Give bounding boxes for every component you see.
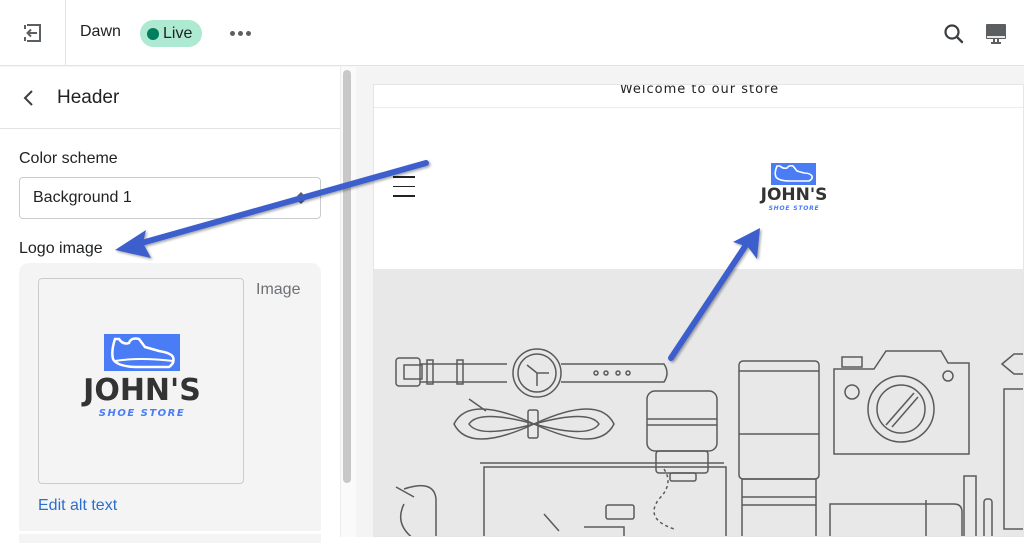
store-preview-frame: Welcome to our store JOHN'S SHOE STORE bbox=[373, 84, 1024, 537]
divider bbox=[19, 531, 321, 534]
image-label: Image bbox=[256, 281, 301, 298]
store-logo-title: JOHN'S bbox=[760, 185, 828, 205]
logo-image-label: Logo image bbox=[19, 240, 103, 257]
settings-sidebar: Header Color scheme Background 1 Logo im… bbox=[0, 67, 340, 543]
logo-subtitle: SHOE STORE bbox=[99, 408, 185, 419]
hamburger-line bbox=[393, 195, 415, 197]
store-logo-subtitle: SHOE STORE bbox=[769, 205, 820, 212]
watch-icon bbox=[395, 348, 668, 398]
status-badge-label: Live bbox=[163, 24, 193, 42]
camera-icon bbox=[833, 350, 970, 455]
panel-title: Header bbox=[57, 86, 120, 108]
menu-button[interactable] bbox=[393, 176, 415, 198]
logo-title: JOHN'S bbox=[81, 373, 201, 408]
search-icon bbox=[944, 24, 964, 44]
more-actions-button[interactable] bbox=[226, 22, 254, 44]
color-scheme-value: Background 1 bbox=[33, 189, 132, 206]
announcement-bar: Welcome to our store bbox=[374, 85, 1023, 108]
passport-icon bbox=[1000, 353, 1023, 530]
live-status-badge: Live bbox=[140, 20, 203, 47]
hamburger-line bbox=[393, 185, 415, 187]
cable-icon bbox=[453, 398, 615, 440]
travel-items-illustration bbox=[395, 348, 1023, 536]
map-icon bbox=[480, 462, 727, 536]
hero-banner-image bbox=[374, 269, 1023, 536]
dot-icon bbox=[237, 30, 243, 36]
telephoto-lens-icon bbox=[738, 360, 820, 536]
select-arrows-icon bbox=[297, 192, 305, 204]
edit-alt-text-link[interactable]: Edit alt text bbox=[38, 497, 117, 515]
exit-icon bbox=[23, 24, 41, 42]
sunglasses-icon bbox=[395, 484, 437, 536]
panel-header: Header bbox=[0, 67, 340, 129]
notebook-icon bbox=[829, 500, 963, 536]
back-button[interactable] bbox=[22, 88, 42, 108]
color-scheme-label: Color scheme bbox=[19, 150, 118, 167]
store-header: JOHN'S SHOE STORE bbox=[374, 109, 1023, 269]
theme-name: Dawn bbox=[80, 23, 121, 40]
exit-editor-button[interactable] bbox=[0, 0, 66, 66]
dot-icon bbox=[229, 30, 235, 36]
desktop-view-button[interactable] bbox=[982, 20, 1010, 48]
chevron-left-icon bbox=[23, 89, 33, 106]
pen-icon bbox=[963, 475, 993, 536]
search-button[interactable] bbox=[940, 20, 968, 48]
store-header-logo[interactable]: JOHN'S SHOE STORE bbox=[752, 161, 836, 217]
editor-topbar: Dawn Live bbox=[0, 0, 1024, 66]
hamburger-line bbox=[393, 176, 415, 178]
dot-icon bbox=[245, 30, 251, 36]
sidebar-scrollbar-thumb[interactable] bbox=[343, 70, 351, 483]
logo-image-card: JOHN'S SHOE STORE Image Edit alt text bbox=[19, 263, 321, 543]
logo-thumbnail[interactable]: JOHN'S SHOE STORE bbox=[38, 278, 244, 484]
color-scheme-select[interactable]: Background 1 bbox=[19, 177, 321, 219]
johns-shoe-store-logo: JOHN'S SHOE STORE bbox=[81, 334, 201, 419]
desktop-icon bbox=[986, 24, 1006, 44]
status-dot-icon bbox=[147, 27, 159, 40]
